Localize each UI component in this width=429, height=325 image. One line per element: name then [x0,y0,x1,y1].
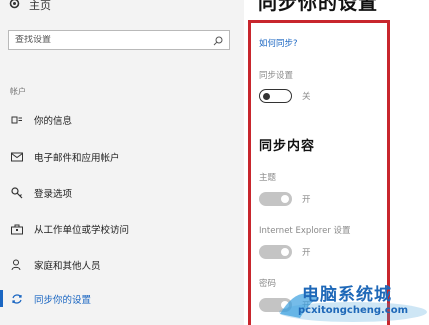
watermark-text: 电脑系统城 [302,285,392,305]
search-box[interactable] [8,30,230,50]
theme-label: 主题 [259,173,277,183]
ie-settings-label: Internet Explorer 设置 [259,226,351,236]
sidebar-item-label: 你的信息 [34,116,73,127]
section-header-accounts: 帐户 [10,87,26,96]
sidebar-item-family[interactable]: 家庭和其他人员 [10,256,101,274]
person-add-icon [10,258,24,272]
sidebar-item-label: 同步你的设置 [34,295,92,306]
theme-toggle[interactable] [259,192,292,206]
settings-sidebar: 主页 帐户 你的信息 电子邮件和应用帐户 登录选项 从工作单位或学校访问 [0,0,244,325]
page-title: 同步你的设置 [258,0,379,14]
sidebar-item-label: 从工作单位或学校访问 [34,225,130,236]
search-input[interactable] [15,35,195,45]
sidebar-item-label: 电子邮件和应用帐户 [34,153,120,164]
sidebar-item-sign-in-options[interactable]: 登录选项 [10,184,72,202]
sidebar-item-label: 家庭和其他人员 [34,261,101,272]
briefcase-icon [10,222,24,236]
sync-settings-state: 关 [302,92,311,102]
watermark-url: pcxitongcheng.com [298,305,409,316]
person-card-icon [10,113,24,127]
sync-icon [10,292,24,306]
how-to-sync-link[interactable]: 如何同步? [259,37,298,49]
ie-settings-state: 开 [302,248,311,258]
sidebar-item-sync-settings[interactable]: 同步你的设置 [10,290,91,308]
sidebar-item-email-accounts[interactable]: 电子邮件和应用帐户 [10,148,120,166]
search-icon[interactable] [213,31,223,50]
sidebar-item-label: 登录选项 [34,189,73,200]
key-icon [10,186,24,200]
active-indicator [0,290,3,307]
mail-icon [10,150,24,164]
sync-settings-label: 同步设置 [259,71,294,81]
ie-settings-toggle[interactable] [259,245,292,259]
sidebar-item-work-school[interactable]: 从工作单位或学校访问 [10,220,129,238]
passwords-label: 密码 [259,279,277,289]
theme-state: 开 [302,195,311,205]
gear-icon [8,0,21,13]
sidebar-item-your-info[interactable]: 你的信息 [10,111,72,129]
sync-settings-toggle[interactable] [259,89,292,103]
home-nav-item[interactable]: 主页 [8,0,51,14]
home-label: 主页 [29,0,51,12]
sync-content-heading: 同步内容 [259,139,316,154]
